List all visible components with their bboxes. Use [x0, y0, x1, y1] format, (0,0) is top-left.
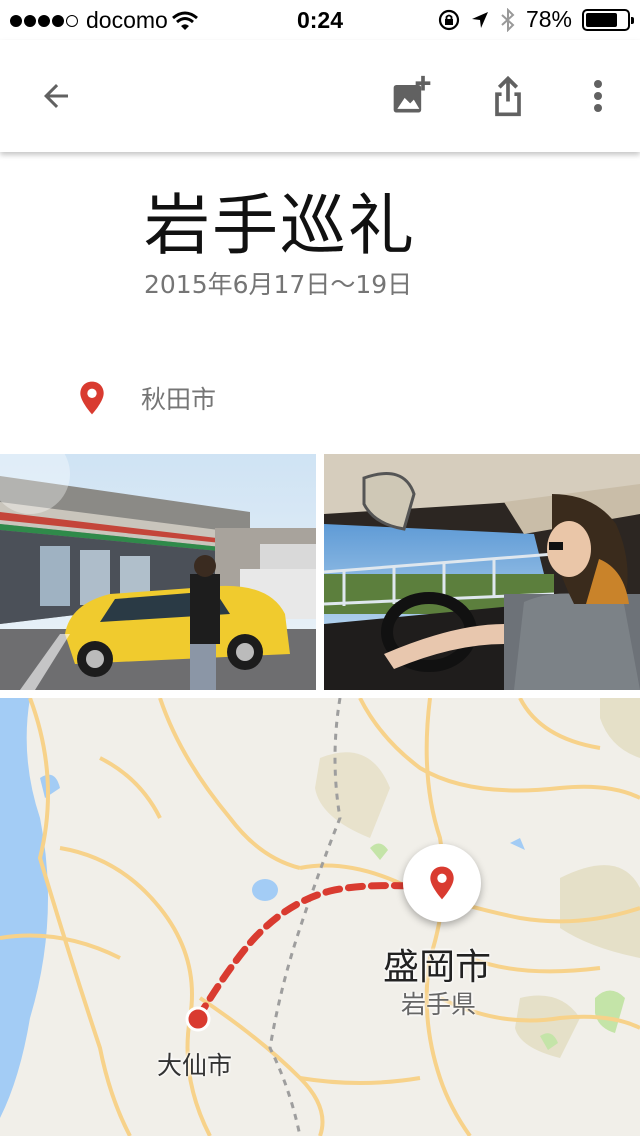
map-label-prefecture: 岩手県	[401, 990, 477, 1019]
map-pin-icon	[430, 866, 454, 900]
album-date-range: 2015年6月17日〜19日	[144, 270, 413, 299]
photo-car-driver[interactable]	[324, 454, 640, 690]
map-label-destination-city: 盛岡市	[383, 947, 492, 988]
route-map[interactable]: 盛岡市 岩手県 大仙市	[0, 698, 640, 1136]
add-photo-icon	[393, 75, 431, 113]
battery-icon	[582, 8, 634, 31]
battery-level	[586, 12, 618, 27]
photo-convenience-store[interactable]	[0, 454, 316, 690]
start-marker	[185, 1006, 211, 1032]
location-arrow-icon	[471, 11, 488, 28]
bluetooth-icon	[501, 7, 515, 32]
location-pin-icon	[80, 381, 104, 415]
destination-marker[interactable]	[403, 844, 481, 922]
status-right: 78%	[438, 6, 634, 33]
rotation-lock-icon	[438, 9, 460, 30]
app-toolbar	[0, 40, 640, 152]
battery-percent: 78%	[525, 6, 572, 32]
route-line	[194, 882, 414, 1022]
location-label: 秋田市	[141, 385, 217, 414]
more-vert-icon	[594, 80, 602, 112]
map-label-start-city: 大仙市	[157, 1051, 233, 1080]
arrow-back-icon	[44, 84, 68, 108]
more-options-button[interactable]	[570, 68, 626, 124]
add-photo-button[interactable]	[384, 68, 440, 124]
album-location[interactable]: 秋田市	[0, 372, 640, 420]
share-button[interactable]	[480, 68, 536, 124]
status-bar: docomo 0:24 78%	[0, 0, 640, 40]
album-title[interactable]: 岩手巡礼	[144, 172, 416, 268]
back-button[interactable]	[28, 68, 84, 124]
share-icon	[495, 75, 521, 117]
